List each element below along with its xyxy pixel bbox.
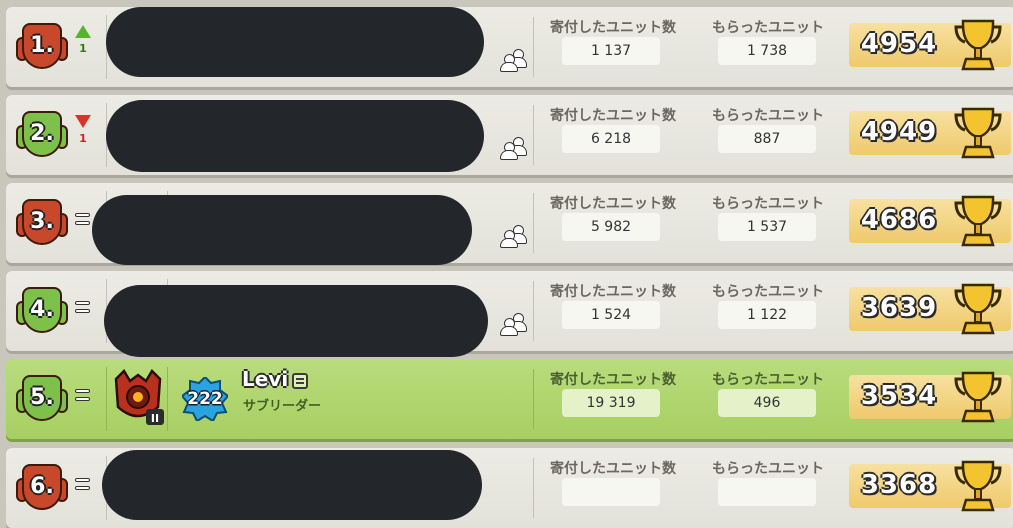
received-value: 1 738 [718,37,816,65]
redacted-area [92,195,472,265]
trophy-count: 4949 [860,117,938,147]
redacted-area [106,100,484,172]
clan-members-icon[interactable] [500,137,528,160]
table-row-current-player[interactable]: 5. II 222 Levi サブリーダー 寄付したユニット数 19 319 も… [6,359,1013,439]
player-avatar[interactable]: II [110,369,166,427]
clan-members-icon[interactable] [500,49,528,72]
rank-down-icon: 1 [74,115,92,145]
player-role: サブリーダー [243,399,322,414]
trophy-box: 3639 [849,283,1011,335]
donated-label: 寄付したユニット数 [550,461,676,477]
trophy-box: 3534 [849,371,1011,423]
received-value [718,478,816,506]
received-value: 496 [718,389,816,417]
table-row[interactable]: 6. 寄付したユニット数 もらったユニット 3368 [6,448,1013,528]
rank-change-amount: 1 [79,132,87,145]
table-row[interactable]: 4. 寄付したユニット数 1 524 もらったユニット 1 122 3639 [6,271,1013,357]
clan-members-icon[interactable] [500,225,528,248]
table-row[interactable]: 2. 1 寄付したユニット数 6 218 もらったユニット 887 4949 [6,95,1013,175]
experience-level-icon: 222 [180,375,230,423]
rank-shield-icon: 5. [16,375,68,423]
rank-number: 4. [30,297,54,322]
rank-same-icon [74,478,92,492]
received-label: もらったユニット [712,461,824,477]
trophy-icon [954,460,1002,512]
experience-level: 222 [187,389,223,409]
trophy-count: 4686 [860,205,938,235]
received-value: 1 537 [718,213,816,241]
rank-shield-icon: 2. [16,111,68,159]
rank-same-icon [74,301,92,315]
trophy-icon [954,195,1002,247]
received-label: もらったユニット [712,372,824,388]
received-value: 1 122 [718,301,816,329]
player-name: Levi [242,367,289,391]
player-name-row[interactable]: Levi [242,367,309,391]
redacted-area [106,7,484,77]
trophy-box: 4949 [849,107,1011,159]
chat-icon[interactable] [292,372,309,389]
trophy-count: 4954 [860,29,938,59]
trophy-count: 3368 [860,470,938,500]
rank-number: 6. [30,474,54,499]
donated-value: 5 982 [562,213,660,241]
donated-value: 1 524 [562,301,660,329]
received-label: もらったユニット [712,284,824,300]
clan-members-icon[interactable] [500,313,528,336]
donated-label: 寄付したユニット数 [550,196,676,212]
rank-number: 3. [30,209,54,234]
donated-value: 6 218 [562,125,660,153]
received-label: もらったユニット [712,108,824,124]
donated-label: 寄付したユニット数 [550,108,676,124]
rank-same-icon [74,213,92,227]
trophy-box: 4954 [849,19,1011,71]
received-label: もらったユニット [712,196,824,212]
rank-number: 1. [30,33,54,58]
table-row[interactable]: 1. 1 寄付したユニット数 1 137 もらったユニット 1 738 4954 [6,7,1013,87]
rank-number: 2. [30,121,54,146]
received-label: もらったユニット [712,20,824,36]
received-value: 887 [718,125,816,153]
trophy-icon [954,19,1002,71]
rank-shield-icon: 6. [16,464,68,512]
donated-value: 1 137 [562,37,660,65]
donated-value: 19 319 [562,389,660,417]
avatar-level: II [151,412,159,425]
trophy-count: 3534 [860,381,938,411]
trophy-icon [954,371,1002,423]
trophy-count: 3639 [860,293,938,323]
trophy-box: 3368 [849,460,1011,512]
rank-up-icon: 1 [74,25,92,55]
rank-change-amount: 1 [79,42,87,55]
rank-shield-icon: 1. [16,23,68,71]
trophy-icon [954,107,1002,159]
donated-label: 寄付したユニット数 [550,372,676,388]
redacted-area [102,450,482,520]
trophy-box: 4686 [849,195,1011,247]
table-row[interactable]: 3. 寄付したユニット数 5 982 もらったユニット 1 537 4686 [6,183,1013,265]
rank-shield-icon: 4. [16,287,68,335]
donated-label: 寄付したユニット数 [550,20,676,36]
donated-value [562,478,660,506]
trophy-icon [954,283,1002,335]
rank-number: 5. [30,385,54,410]
redacted-area [104,285,488,357]
rank-shield-icon: 3. [16,199,68,247]
rank-same-icon [74,389,92,403]
donated-label: 寄付したユニット数 [550,284,676,300]
